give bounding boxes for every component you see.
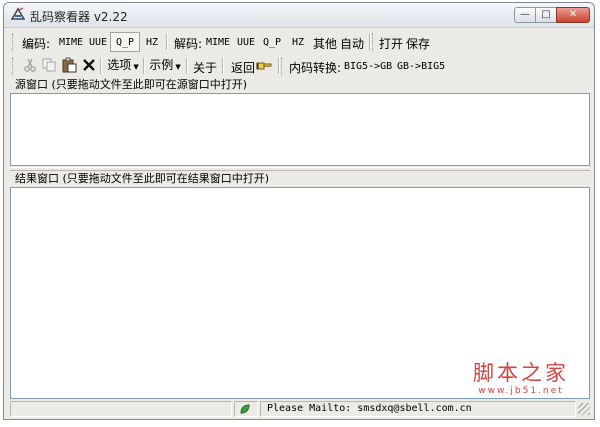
gb-to-big5-button[interactable]: GB->BIG5 [397,61,445,72]
back-button[interactable]: 返回 [231,59,255,76]
big5-to-gb-button[interactable]: BIG5->GB [344,61,392,72]
open-button[interactable]: 打开 [379,35,403,52]
title-bar[interactable]: 乱码察看器 v2.22 — □ ✕ [4,3,594,28]
about-button[interactable]: 关于 [193,59,217,76]
chevron-down-icon: ▼ [175,63,181,71]
minimize-button[interactable]: — [514,7,536,23]
paste-icon[interactable] [61,57,77,73]
toolbar-grip[interactable] [12,33,16,51]
decode-auto-button[interactable]: 自动 [340,35,364,52]
toolbar-separator [186,58,188,74]
encode-label: 编码: [22,37,51,51]
convert-label: 内码转换: [289,61,342,75]
options-dropdown[interactable]: 选项 ▼ [104,56,142,76]
toolbar-separator [369,34,371,50]
decode-label: 解码: [174,37,203,51]
example-label: 示例 [149,58,174,72]
encode-hz-button[interactable]: HZ [146,37,158,48]
options-label: 选项 [107,58,132,72]
save-button[interactable]: 保存 [406,35,430,52]
status-cell-empty [10,401,232,417]
edit-toolbar: 选项 ▼ 示例 ▼ 关于 返回 内码转换: BIG5->GB GB->BIG5 [10,55,590,77]
toolbar-separator [166,34,168,50]
toolbar-grip[interactable] [372,33,376,51]
decode-other-button[interactable]: 其他 [313,35,337,52]
status-icon-cell [234,401,258,417]
copy-icon[interactable] [41,57,57,73]
watermark-url: www.jb51.net [478,386,564,396]
encode-uue-button[interactable]: UUE [89,37,107,48]
encode-toolbar: 编码: MIME UUE Q_P HZ 解码: MIME UUE Q_P HZ … [10,31,590,53]
pointing-hand-icon[interactable] [256,57,272,73]
app-window: 乱码察看器 v2.22 — □ ✕ 编码: MIME UUE Q_P HZ 解码… [3,2,595,420]
decode-uue-button[interactable]: UUE [237,37,255,48]
maximize-button[interactable]: □ [535,7,557,23]
status-bar: Please Mailto: smsdxq@sbell.com.cn [10,401,590,417]
result-pane-label: 结果窗口 (只要拖动文件至此即可在结果窗口中打开) [15,172,270,185]
chevron-down-icon: ▼ [133,63,139,71]
decode-qp-button[interactable]: Q_P [263,37,281,48]
delete-icon[interactable] [81,57,97,73]
watermark: 脚本之家 www.jb51.net [467,361,575,397]
toolbar-grip[interactable] [281,57,285,75]
example-dropdown[interactable]: 示例 ▼ [146,56,184,76]
toolbar-separator [100,58,102,74]
watermark-title: 脚本之家 [473,361,569,385]
toolbar-grip[interactable] [12,57,16,75]
source-pane-label: 源窗口 (只要拖动文件至此即可在源窗口中打开) [15,78,248,91]
decode-mime-button[interactable]: MIME [206,37,230,48]
encode-qp-button[interactable]: Q_P [110,32,140,52]
resize-grip-icon[interactable] [578,403,590,415]
toolbar-separator [143,58,145,74]
window-title: 乱码察看器 v2.22 [30,10,128,24]
status-mailto-text: Please Mailto: smsdxq@sbell.com.cn [260,401,576,417]
status-leaf-icon [240,404,250,414]
toolbar-separator [222,58,224,74]
toolbar-separator [278,58,280,74]
source-text-area[interactable] [10,93,590,166]
encode-mime-button[interactable]: MIME [59,37,83,48]
close-button[interactable]: ✕ [556,7,590,23]
app-logo-icon [10,7,26,20]
cut-icon[interactable] [22,57,38,73]
decode-hz-button[interactable]: HZ [292,37,304,48]
